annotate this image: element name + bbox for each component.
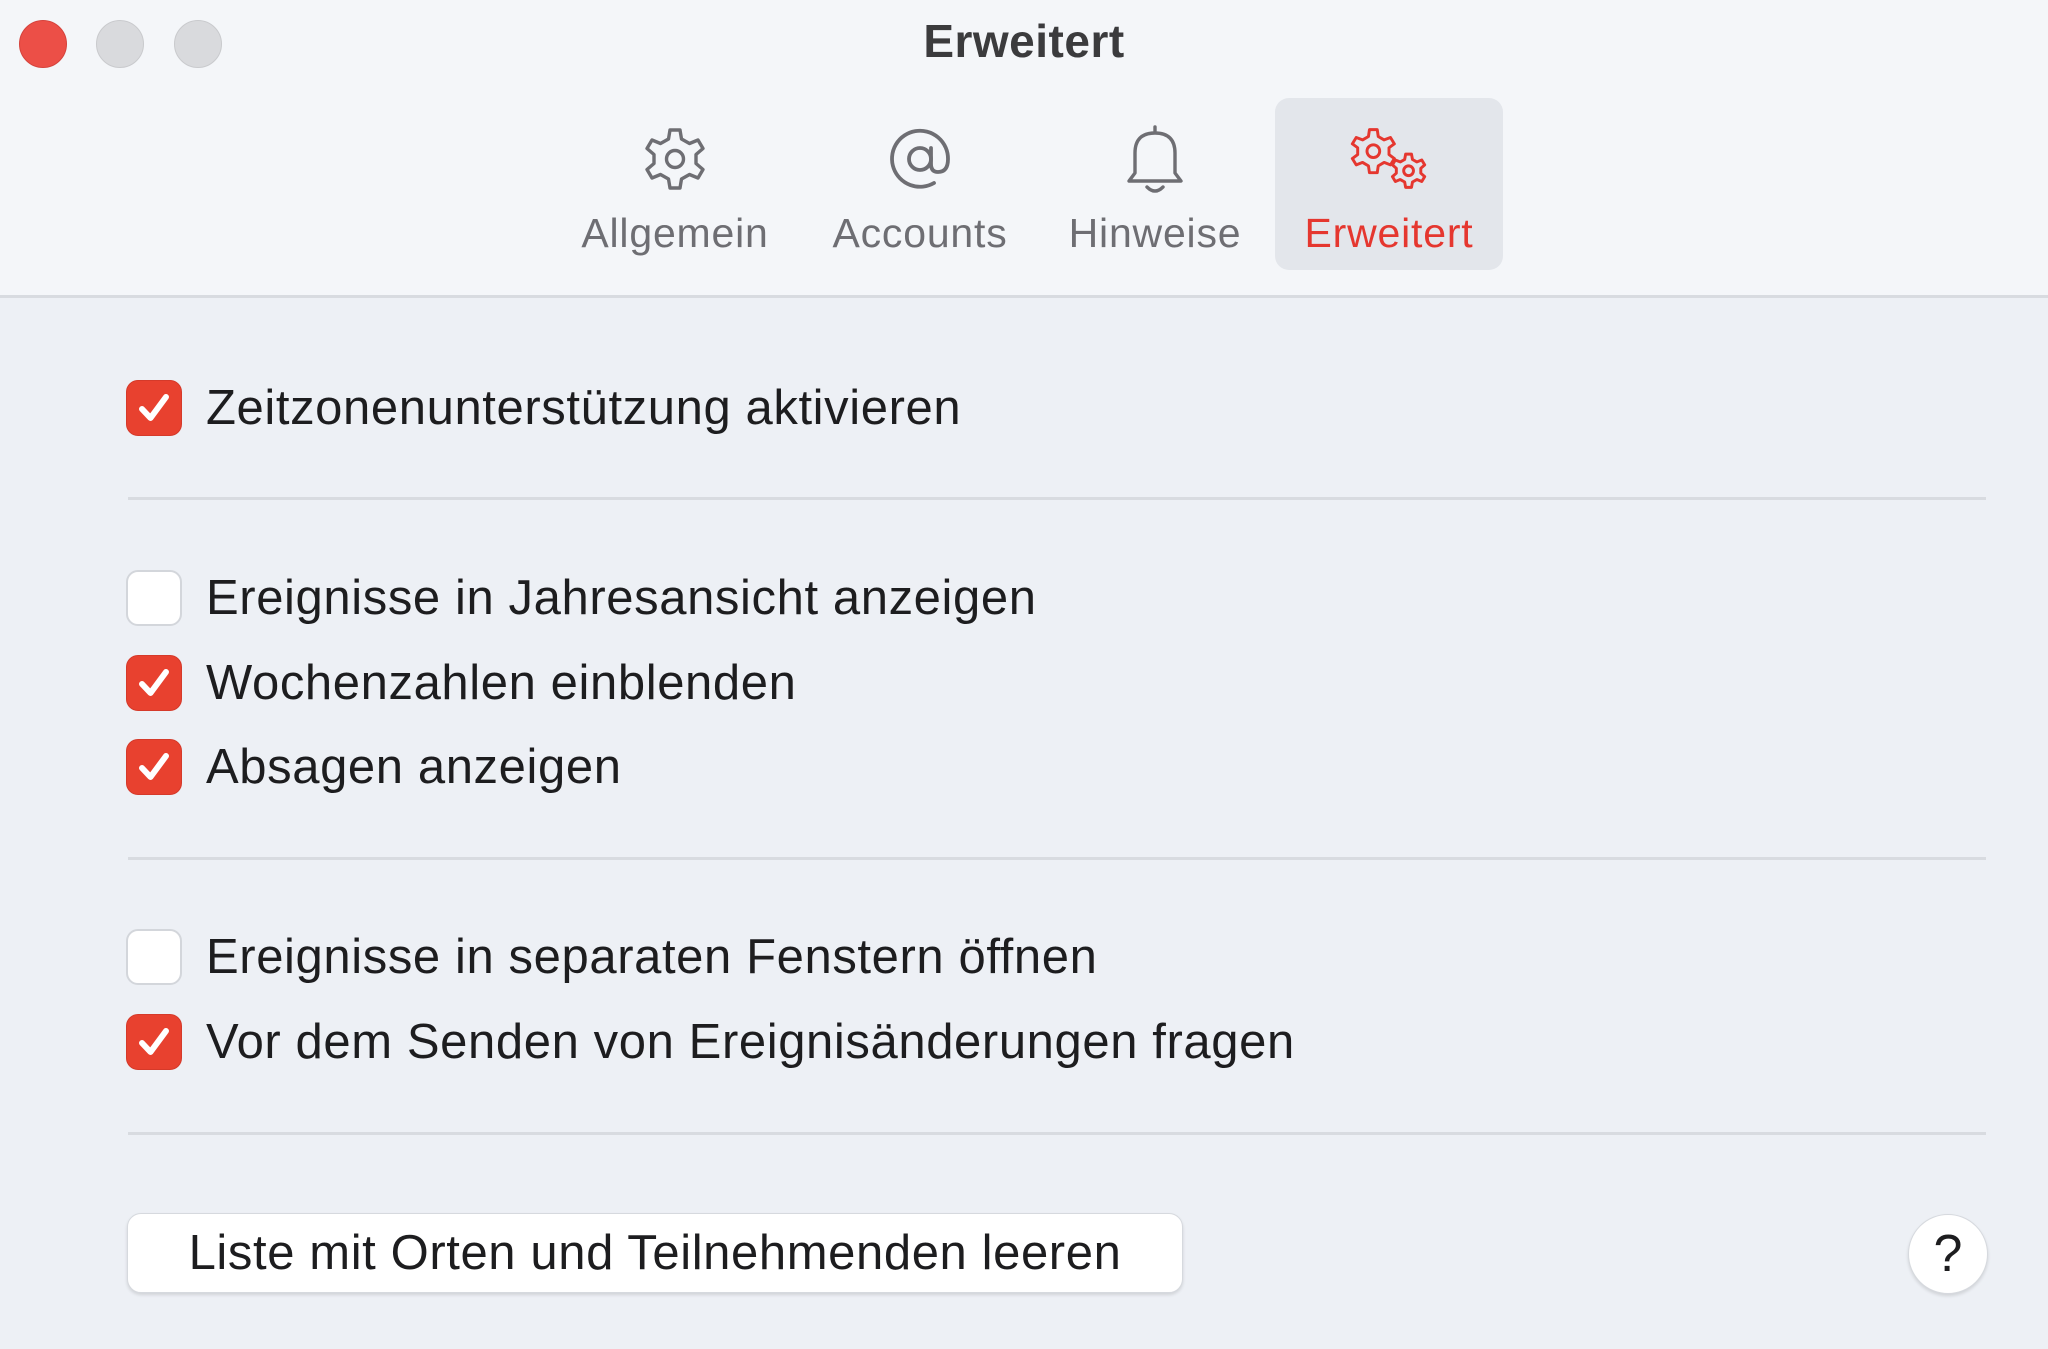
option-wochenzahlen[interactable]: Wochenzahlen einblenden	[126, 653, 796, 713]
option-label: Wochenzahlen einblenden	[206, 656, 797, 710]
separator	[128, 857, 1986, 860]
option-vor-dem-senden[interactable]: Vor dem Senden von Ereignisänderungen fr…	[126, 1012, 1295, 1072]
clear-locations-attendees-button[interactable]: Liste mit Orten und Teilnehmenden leeren	[127, 1213, 1183, 1293]
bell-icon	[1110, 114, 1200, 204]
help-button[interactable]: ?	[1908, 1214, 1988, 1294]
gear-icon	[630, 114, 720, 204]
window-title: Erweitert	[923, 15, 1125, 67]
option-label: Ereignisse in separaten Fenstern öffnen	[206, 930, 1098, 984]
option-label: Absagen anzeigen	[206, 740, 622, 794]
checkbox-checked[interactable]	[126, 1014, 182, 1070]
checkmark-icon	[139, 753, 169, 780]
tab-label: Erweitert	[1304, 210, 1474, 256]
tab-label: Accounts	[832, 210, 1008, 256]
separator	[128, 1132, 1986, 1135]
checkbox-unchecked[interactable]	[126, 929, 182, 985]
checkbox-checked[interactable]	[126, 380, 182, 436]
checkmark-icon	[139, 1028, 169, 1055]
checkbox-checked[interactable]	[126, 739, 182, 795]
option-label: Zeitzonenunterstützung aktivieren	[206, 381, 962, 435]
tab-hinweise[interactable]: Hinweise	[1050, 98, 1260, 270]
option-jahresansicht[interactable]: Ereignisse in Jahresansicht anzeigen	[126, 568, 1037, 628]
separator	[128, 497, 1986, 500]
option-separate-fenster[interactable]: Ereignisse in separaten Fenstern öffnen	[126, 927, 1097, 987]
tab-accounts[interactable]: Accounts	[808, 98, 1032, 270]
option-absagen[interactable]: Absagen anzeigen	[126, 737, 622, 797]
checkbox-unchecked[interactable]	[126, 570, 182, 626]
tab-label: Hinweise	[1068, 210, 1242, 256]
at-sign-icon	[875, 114, 965, 204]
option-zeitzonen[interactable]: Zeitzonenunterstützung aktivieren	[126, 378, 961, 438]
tab-erweitert[interactable]: Erweitert	[1275, 98, 1503, 270]
checkbox-checked[interactable]	[126, 655, 182, 711]
checkmark-icon	[139, 394, 169, 421]
option-label: Vor dem Senden von Ereignisänderungen fr…	[206, 1015, 1295, 1069]
tab-label: Allgemein	[581, 210, 769, 256]
option-label: Ereignisse in Jahresansicht anzeigen	[206, 571, 1037, 625]
double-gear-icon	[1344, 114, 1434, 204]
title-bar: Erweitert Allgemein Accounts Hinweise Er…	[0, 0, 2048, 298]
tab-allgemein[interactable]: Allgemein	[560, 98, 790, 270]
checkmark-icon	[139, 669, 169, 696]
